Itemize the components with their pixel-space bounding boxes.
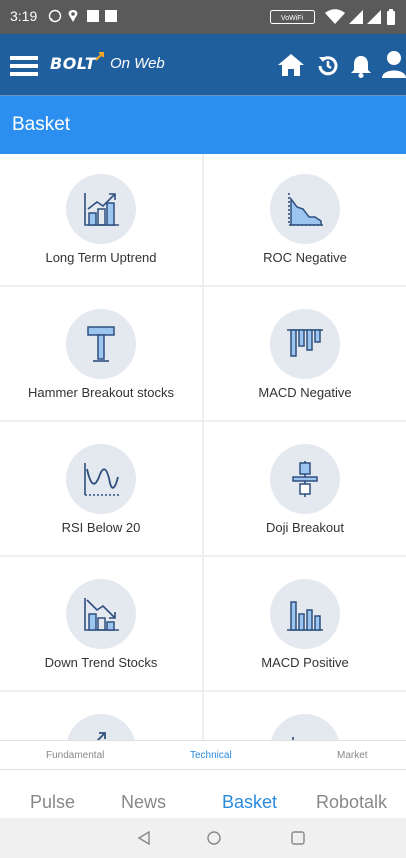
basket-card-hammer-breakout-stocks[interactable]: Hammer Breakout stocks	[0, 287, 202, 420]
positive-histogram-icon	[287, 601, 323, 631]
signal-icon	[349, 10, 363, 24]
back-icon[interactable]	[136, 830, 152, 846]
system-navigation-bar	[0, 818, 406, 858]
icon-circle	[66, 174, 136, 244]
basket-card-partial-left[interactable]	[0, 692, 202, 740]
negative-histogram-icon	[287, 329, 323, 357]
status-icons: VoWiFi	[270, 9, 400, 25]
basket-card-label: ROC Negative	[263, 250, 347, 265]
uptrend-chart-icon	[84, 193, 119, 226]
basket-card-macd-positive[interactable]: MACD Positive	[204, 557, 406, 690]
signal-icon	[367, 10, 381, 24]
history-icon[interactable]	[316, 54, 340, 78]
subtab-market[interactable]: Market	[337, 750, 368, 761]
basket-subtabs: Fundamental Technical Market	[0, 740, 406, 770]
home-circle-icon[interactable]	[206, 830, 222, 846]
status-bar: 3:19 VoWiFi	[0, 0, 406, 34]
app-bar: BOLT On Web	[0, 34, 406, 96]
notification-square-icon	[87, 10, 99, 22]
icon-circle	[270, 444, 340, 514]
nav-item-basket[interactable]: Basket	[222, 792, 277, 813]
page-title: Basket	[12, 114, 71, 135]
hammer-candle-icon	[87, 326, 115, 362]
declining-area-chart-icon	[288, 193, 323, 226]
icon-circle	[66, 309, 136, 379]
app-bar-actions	[276, 50, 406, 82]
bell-icon[interactable]	[350, 54, 372, 78]
basket-card-label: Down Trend Stocks	[44, 655, 158, 670]
basket-card-long-term-uptrend[interactable]: Long Term Uptrend	[0, 154, 202, 285]
user-icon[interactable]	[382, 50, 406, 78]
icon-circle	[270, 714, 340, 740]
basket-card-label: MACD Negative	[258, 385, 352, 400]
icon-circle	[270, 579, 340, 649]
basket-grid: Long Term Uptrend ROC Negative Hammer Br…	[0, 154, 406, 740]
icon-circle	[270, 309, 340, 379]
menu-icon[interactable]	[10, 56, 38, 76]
home-icon[interactable]	[276, 52, 306, 78]
icon-circle	[66, 444, 136, 514]
nav-item-robotalk[interactable]: Robotalk	[316, 792, 387, 813]
downtrend-chart-icon	[84, 598, 119, 631]
battery-icon	[387, 9, 395, 25]
basket-card-partial-right[interactable]	[204, 692, 406, 740]
basket-card-roc-negative[interactable]: ROC Negative	[204, 154, 406, 285]
subtab-fundamental[interactable]: Fundamental	[46, 750, 104, 761]
partial-chart-icon	[292, 737, 294, 740]
icon-circle	[66, 579, 136, 649]
subtab-technical[interactable]: Technical	[190, 750, 232, 761]
recents-icon[interactable]	[290, 830, 306, 846]
basket-card-label: Long Term Uptrend	[45, 250, 157, 265]
basket-card-label: MACD Positive	[261, 655, 349, 670]
basket-card-down-trend-stocks[interactable]: Down Trend Stocks	[0, 557, 202, 690]
svg-text:VoWiFi: VoWiFi	[281, 15, 304, 22]
basket-card-macd-negative[interactable]: MACD Negative	[204, 287, 406, 420]
app-logo: BOLT On Web	[50, 52, 230, 78]
whatsapp-icon	[48, 9, 62, 23]
doji-candle-icon	[292, 461, 318, 497]
logo-arrow-icon	[95, 52, 104, 61]
basket-card-doji-breakout[interactable]: Doji Breakout	[204, 422, 406, 555]
location-icon	[68, 10, 78, 22]
rsi-wave-icon	[84, 463, 119, 496]
nav-item-news[interactable]: News	[121, 792, 166, 813]
page-header: Basket	[0, 96, 406, 154]
nav-item-pulse[interactable]: Pulse	[30, 792, 75, 813]
bottom-nav: Pulse News Basket Robotalk	[0, 770, 406, 818]
notification-square-icon	[105, 10, 117, 22]
status-time: 3:19	[10, 8, 38, 24]
logo-text: BOLT	[50, 54, 97, 73]
icon-circle	[66, 714, 136, 740]
partial-uptrend-icon	[96, 732, 106, 740]
basket-card-label: RSI Below 20	[61, 520, 141, 535]
basket-card-rsi-below-20[interactable]: RSI Below 20	[0, 422, 202, 555]
basket-card-label: Doji Breakout	[265, 520, 345, 535]
icon-circle	[270, 174, 340, 244]
logo-suffix: On Web	[110, 55, 165, 72]
basket-card-label: Hammer Breakout stocks	[28, 385, 174, 400]
vowifi-badge: VoWiFi	[270, 10, 315, 24]
wifi-icon	[325, 9, 345, 24]
